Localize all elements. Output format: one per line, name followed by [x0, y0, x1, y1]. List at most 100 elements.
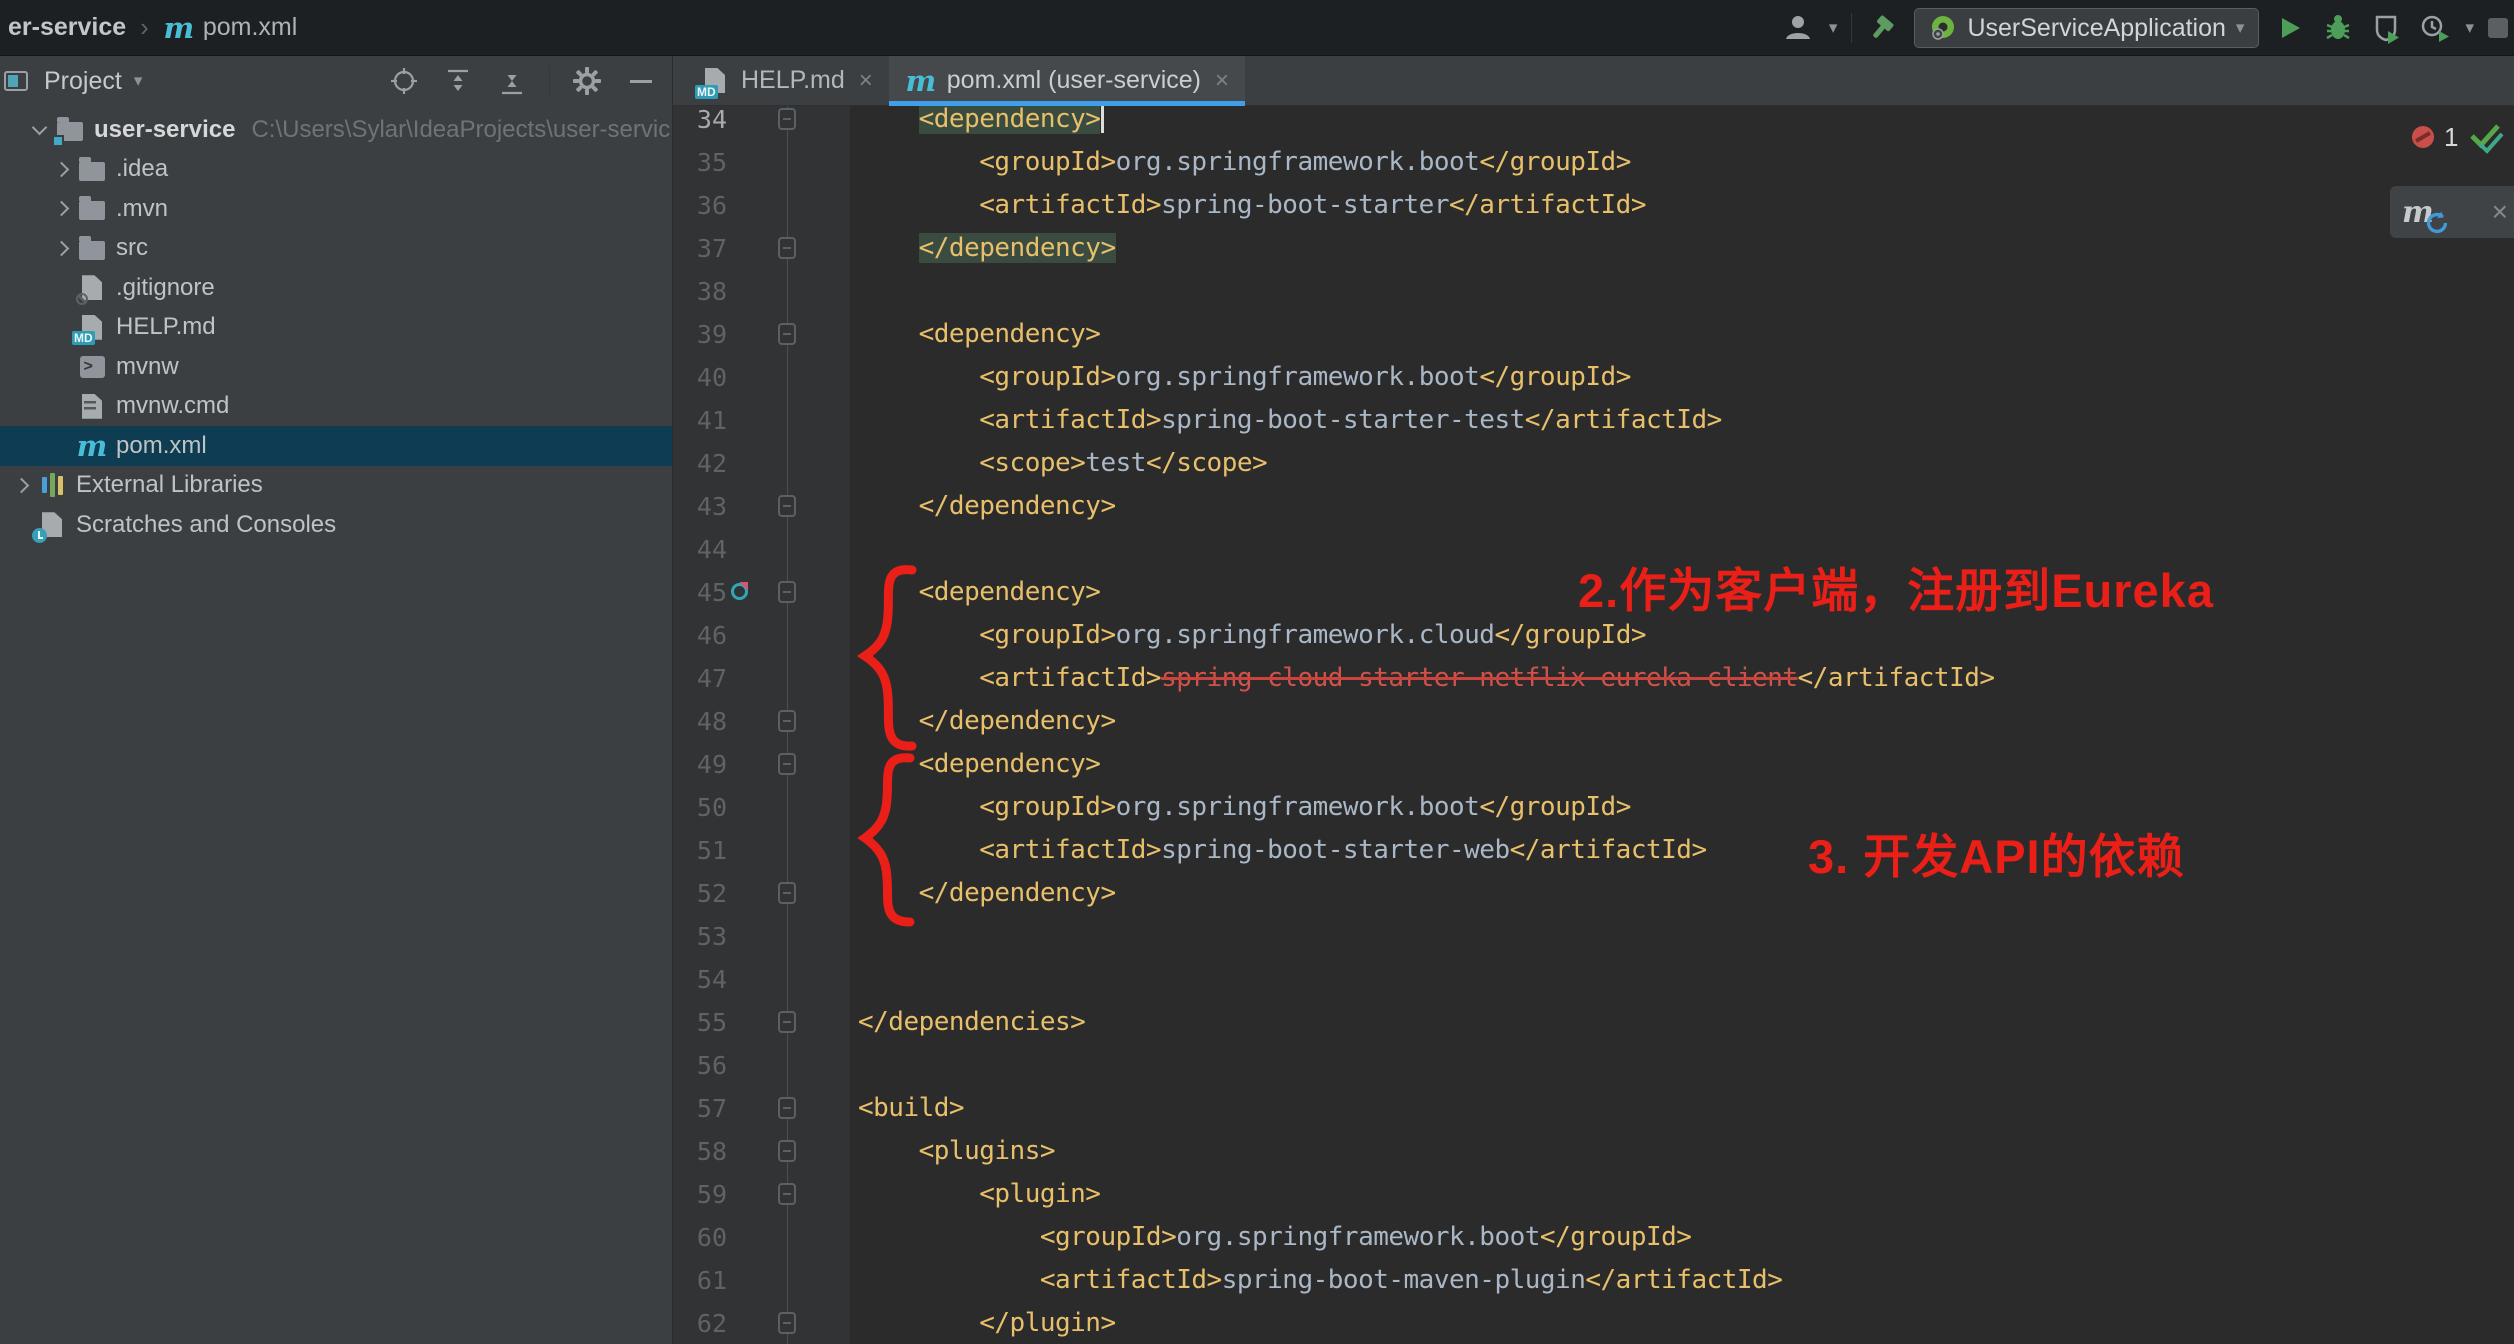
code-line-53[interactable]: 53 [673, 915, 2514, 958]
run-with-coverage-button[interactable] [2369, 11, 2403, 45]
fold-marker-icon[interactable] [778, 1011, 796, 1033]
locate-file-icon[interactable] [387, 64, 421, 98]
code-line-62[interactable]: 62 </plugin> [673, 1302, 2514, 1344]
textfile-icon [76, 391, 108, 421]
code-line-49[interactable]: 49 <dependency> [673, 743, 2514, 786]
code-line-38[interactable]: 38 [673, 270, 2514, 313]
tab-pom-xml[interactable]: m pom.xml (user-service) × [889, 56, 1245, 105]
inspection-widget[interactable]: 1 [2412, 120, 2508, 154]
project-view-dropdown-icon[interactable]: ▾ [134, 71, 143, 91]
build-hammer-icon[interactable] [1866, 11, 1900, 45]
tab-close-icon[interactable]: × [859, 67, 873, 95]
line-number: 58 [673, 1130, 727, 1173]
tab-help-md[interactable]: MD HELP.md × [683, 56, 889, 105]
user-icon[interactable] [1781, 11, 1815, 45]
fold-marker-icon[interactable] [778, 237, 796, 259]
tree-item-label: HELP.md [116, 313, 216, 341]
project-panel-title[interactable]: Project [44, 67, 122, 96]
fold-marker-icon[interactable] [778, 323, 796, 345]
line-number: 56 [673, 1044, 727, 1087]
code-line-51[interactable]: 51 <artifactId>spring-boot-starter-web</… [673, 829, 2514, 872]
code-line-47[interactable]: 47 <artifactId>spring-cloud-starter-netf… [673, 657, 2514, 700]
line-number: 62 [673, 1302, 727, 1344]
maven-reload-widget[interactable]: m × [2390, 186, 2514, 238]
tree-item-pom-xml[interactable]: mpom.xml [0, 426, 672, 466]
code-line-57[interactable]: 57<build> [673, 1087, 2514, 1130]
code-line-35[interactable]: 35 <groupId>org.springframework.boot</gr… [673, 141, 2514, 184]
text-cursor [1101, 106, 1104, 133]
code-line-37[interactable]: 37 </dependency> [673, 227, 2514, 270]
code-line-61[interactable]: 61 <artifactId>spring-boot-maven-plugin<… [673, 1259, 2514, 1302]
gutter-marker-icon[interactable] [731, 583, 748, 600]
code-line-43[interactable]: 43 </dependency> [673, 485, 2514, 528]
fold-marker-icon[interactable] [778, 1312, 796, 1334]
maven-reload-icon[interactable]: m [2402, 195, 2434, 230]
chevron-slot [24, 115, 54, 145]
code-line-60[interactable]: 60 <groupId>org.springframework.boot</gr… [673, 1216, 2514, 1259]
tree-item-mvnw[interactable]: >mvnw [0, 347, 672, 387]
expand-all-icon[interactable] [441, 64, 475, 98]
dismiss-widget-icon[interactable]: × [2492, 196, 2508, 228]
profiler-button[interactable] [2417, 11, 2451, 45]
fold-marker-icon[interactable] [778, 1097, 796, 1119]
tree-item-scratches-and-consoles[interactable]: Scratches and Consoles [0, 505, 672, 545]
breadcrumb-file[interactable]: pom.xml [203, 13, 297, 42]
code-line-48[interactable]: 48 </dependency> [673, 700, 2514, 743]
line-number: 42 [673, 442, 727, 485]
folder-icon [76, 233, 108, 263]
code-editor[interactable]: 34 <dependency>35 <groupId>org.springfra… [673, 106, 2514, 1344]
tree-item--idea[interactable]: .idea [0, 150, 672, 190]
run-configuration-select[interactable]: UserServiceApplication ▾ [1914, 8, 2259, 48]
chevron-right-icon[interactable] [53, 201, 69, 217]
run-button[interactable] [2273, 11, 2307, 45]
tree-item--mvn[interactable]: .mvn [0, 189, 672, 229]
code-line-55[interactable]: 55</dependencies> [673, 1001, 2514, 1044]
code-line-50[interactable]: 50 <groupId>org.springframework.boot</gr… [673, 786, 2514, 829]
tree-item-mvnw-cmd[interactable]: mvnw.cmd [0, 387, 672, 427]
code-text: <artifactId>spring-boot-starter</artifac… [858, 184, 1646, 227]
fold-marker-icon[interactable] [778, 882, 796, 904]
tree-item-help-md[interactable]: MDHELP.md [0, 308, 672, 348]
tree-item-src[interactable]: src [0, 229, 672, 269]
fold-marker-icon[interactable] [778, 581, 796, 603]
breadcrumb-project[interactable]: er-service [8, 13, 126, 42]
run-configuration-dropdown-icon[interactable]: ▾ [2236, 18, 2245, 38]
user-dropdown-icon[interactable]: ▾ [1829, 18, 1838, 38]
code-line-36[interactable]: 36 <artifactId>spring-boot-starter</arti… [673, 184, 2514, 227]
debug-button[interactable] [2321, 11, 2355, 45]
chevron-right-icon[interactable] [53, 240, 69, 256]
tree-item-external-libraries[interactable]: External Libraries [0, 466, 672, 506]
line-number: 35 [673, 141, 727, 184]
code-line-39[interactable]: 39 <dependency> [673, 313, 2514, 356]
code-lines: 34 <dependency>35 <groupId>org.springfra… [673, 106, 2514, 1344]
code-line-59[interactable]: 59 <plugin> [673, 1173, 2514, 1216]
code-line-52[interactable]: 52 </dependency> [673, 872, 2514, 915]
code-line-54[interactable]: 54 [673, 958, 2514, 1001]
fold-marker-icon[interactable] [778, 753, 796, 775]
tree-item-label: mvnw.cmd [116, 392, 229, 420]
collapse-all-icon[interactable] [495, 64, 529, 98]
fold-marker-icon[interactable] [778, 495, 796, 517]
code-line-41[interactable]: 41 <artifactId>spring-boot-starter-test<… [673, 399, 2514, 442]
settings-gear-icon[interactable] [570, 64, 604, 98]
chevron-down-icon[interactable] [31, 120, 47, 136]
chevron-right-icon[interactable] [13, 477, 29, 493]
fold-marker-icon[interactable] [778, 108, 796, 130]
code-line-42[interactable]: 42 <scope>test</scope> [673, 442, 2514, 485]
code-line-40[interactable]: 40 <groupId>org.springframework.boot</gr… [673, 356, 2514, 399]
profiler-dropdown-icon[interactable]: ▾ [2465, 18, 2474, 38]
code-line-34[interactable]: 34 <dependency> [673, 106, 2514, 141]
code-text: <groupId>org.springframework.boot</group… [858, 141, 1631, 184]
tree-item-user-service[interactable]: user-serviceC:\Users\Sylar\IdeaProjects\… [0, 110, 672, 150]
tab-close-icon[interactable]: × [1215, 67, 1229, 95]
hide-panel-icon[interactable] [624, 64, 658, 98]
fold-marker-icon[interactable] [778, 1140, 796, 1162]
line-number: 57 [673, 1087, 727, 1130]
fold-marker-icon[interactable] [778, 710, 796, 732]
fold-marker-icon[interactable] [778, 1183, 796, 1205]
tree-item--gitignore[interactable]: .gitignore [0, 268, 672, 308]
stop-button[interactable] [2488, 18, 2508, 38]
chevron-right-icon[interactable] [53, 161, 69, 177]
code-line-58[interactable]: 58 <plugins> [673, 1130, 2514, 1173]
code-line-56[interactable]: 56 [673, 1044, 2514, 1087]
